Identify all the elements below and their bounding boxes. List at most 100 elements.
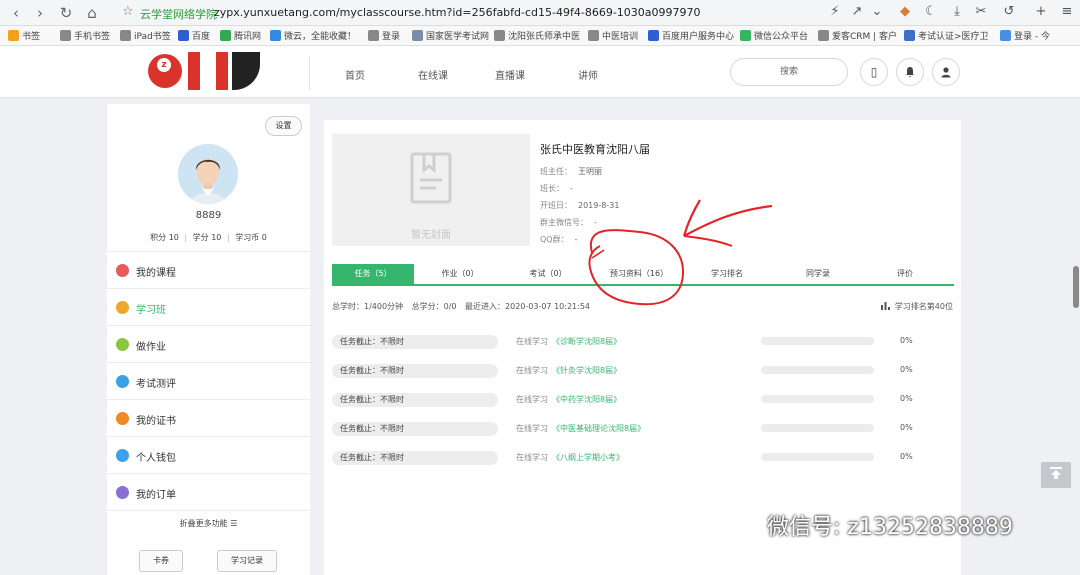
bookmark-item[interactable]: 微信公众平台	[740, 29, 808, 42]
info-value: -	[570, 184, 573, 193]
gamepad-icon[interactable]: ◆	[896, 4, 914, 19]
undo-icon[interactable]: ↺	[1000, 4, 1018, 19]
stat-credits-label: 学分	[192, 233, 209, 242]
refresh-icon[interactable]: ↻	[56, 3, 76, 23]
bookmark-item[interactable]: 百度用户服务中心	[648, 29, 734, 42]
moon-icon[interactable]: ☾	[922, 4, 940, 19]
menu-icon[interactable]: ≡	[1058, 4, 1076, 19]
more-functions-toggle[interactable]: 折叠更多功能 ☰	[107, 518, 310, 529]
nav-home[interactable]: 首页	[345, 67, 365, 82]
chevron-down-icon[interactable]: ⌄	[868, 4, 886, 19]
bookmark-label: 微云，全能收藏！	[284, 32, 357, 42]
mobile-icon[interactable]: ▯	[860, 58, 888, 86]
home-icon[interactable]: ⌂	[82, 3, 102, 23]
task-row: 任务截止：不限时 在线学习 《中药学沈阳8届》 0%	[332, 393, 954, 409]
task-course-link[interactable]: 《针灸学沈阳8届》	[552, 366, 621, 375]
task-progress-bar	[761, 453, 874, 461]
bookmark-item[interactable]: 沈阳张氏师承中医	[494, 29, 580, 42]
tab-homework[interactable]: 作业（0）	[420, 264, 500, 284]
stat-coins-value: 0	[261, 233, 267, 242]
study-rank[interactable]: 学习排名第40位	[881, 301, 953, 312]
sidebar: 设置 8889 积分 10 | 学分 10 | 学习币 0 我的课程 学习班 做作业…	[107, 104, 310, 575]
task-course-link[interactable]: 《八纲上学期小考》	[552, 453, 624, 462]
sidebar-item-certificates[interactable]: 我的证书	[107, 399, 310, 436]
tab-classmates[interactable]: 同学录	[778, 264, 858, 284]
wechat-watermark: 微信号: z13252838889	[721, 509, 1013, 541]
back-icon[interactable]: ‹	[6, 3, 26, 23]
sidebar-item-study-class[interactable]: 学习班	[107, 288, 310, 325]
sidebar-item-orders[interactable]: 我的订单	[107, 473, 310, 510]
bell-icon[interactable]	[896, 58, 924, 86]
sidebar-item-wallet[interactable]: 个人钱包	[107, 436, 310, 473]
class-detail-panel: 暂无封面 张氏中医教育沈阳八届 班主任： 王明丽 班长： - 开班日： 2019-8-31…	[324, 120, 961, 575]
stat-separator: |	[226, 233, 230, 242]
bookmark-label: 腾讯网	[234, 32, 262, 42]
task-course-link[interactable]: 《中药学沈阳8届》	[552, 395, 621, 404]
nav-lecturer[interactable]: 讲师	[578, 67, 598, 82]
scrollbar-thumb[interactable]	[1073, 266, 1079, 308]
back-to-top-button[interactable]	[1041, 462, 1071, 488]
info-label: 开班日：	[540, 201, 572, 210]
bookmark-item[interactable]: 微云，全能收藏！	[270, 29, 356, 42]
scissors-icon[interactable]: ✂	[972, 4, 990, 19]
settings-button[interactable]: 设置	[265, 116, 302, 136]
bookmark-star-icon[interactable]: ☆	[122, 4, 134, 19]
bookmark-item[interactable]: 中医培训	[588, 29, 638, 42]
tab-reviews[interactable]: 评价	[865, 264, 945, 284]
task-type: 在线学习 《中医基础理论沈阳8届》	[516, 423, 645, 434]
info-head-teacher: 班主任： 王明丽	[540, 166, 602, 177]
exams-icon	[116, 375, 129, 388]
logo-z-mark: z	[157, 58, 171, 72]
orders-icon	[116, 486, 129, 499]
task-type-label: 在线学习	[516, 337, 548, 346]
lightning-icon[interactable]: ⚡	[826, 4, 844, 19]
bookmark-item[interactable]: 百度	[178, 29, 210, 42]
bookmark-item[interactable]: 手机书签	[60, 29, 110, 42]
bookmark-item[interactable]: 国家医学考试网	[412, 29, 489, 42]
task-progress-percent: 0%	[900, 336, 913, 345]
tab-exams[interactable]: 考试（0）	[508, 264, 588, 284]
bookmarks-bar: 书签 手机书签 iPad书签 百度 腾讯网 微云，全能收藏！ 登录 国家医学考试网 沈阳张氏师承…	[0, 26, 1080, 46]
bookmark-item[interactable]: 考试认证>医疗卫	[904, 29, 989, 42]
share-icon[interactable]: ↗	[848, 4, 866, 19]
coupon-button[interactable]: 卡券	[139, 550, 183, 572]
sidebar-item-exams[interactable]: 考试测评	[107, 362, 310, 399]
user-icon[interactable]	[932, 58, 960, 86]
bookmark-item[interactable]: 登录 - 今	[1000, 29, 1050, 42]
stat-separator: |	[184, 233, 188, 242]
paw-icon	[648, 30, 659, 41]
sidebar-item-homework[interactable]: 做作业	[107, 325, 310, 362]
bookmark-item[interactable]: iPad书签	[120, 29, 171, 42]
study-class-icon	[116, 301, 129, 314]
info-label: 班主任：	[540, 167, 572, 176]
bookmark-item[interactable]: 登录	[368, 29, 400, 42]
sidebar-item-my-courses[interactable]: 我的课程	[107, 251, 310, 288]
task-progress-bar	[761, 395, 874, 403]
tab-ranking[interactable]: 学习排名	[687, 264, 767, 284]
task-course-link[interactable]: 《诊断学沈阳8届》	[552, 337, 621, 346]
nav-online-course[interactable]: 在线课	[418, 67, 448, 82]
nav-live-course[interactable]: 直播课	[495, 67, 525, 82]
download-icon[interactable]: ⤓	[948, 4, 966, 19]
tab-tasks[interactable]: 任务（5）	[332, 264, 414, 284]
class-cover: 暂无封面	[332, 134, 530, 246]
avatar[interactable]	[178, 144, 238, 204]
bookmark-item[interactable]: 爱客CRM | 客户	[818, 29, 897, 42]
logo-t-gap	[200, 52, 216, 90]
task-deadline-badge: 任务截止：不限时	[332, 335, 498, 349]
url-input[interactable]: zypx.yunxuetang.com/myclasscourse.htm?id…	[214, 6, 701, 19]
tab-preview-materials[interactable]: 预习资料（16）	[597, 264, 681, 284]
task-course-link[interactable]: 《中医基础理论沈阳8届》	[552, 424, 645, 433]
search-button[interactable]: 搜索	[730, 58, 848, 86]
bookmark-item[interactable]: 书签	[8, 29, 40, 42]
study-record-button[interactable]: 学习记录	[217, 550, 277, 572]
wechat-icon	[721, 512, 760, 537]
user-stats: 积分 10 | 学分 10 | 学习币 0	[107, 232, 310, 243]
plus-icon[interactable]: +	[1032, 4, 1050, 19]
homework-icon	[116, 338, 129, 351]
bookmark-label: 微信公众平台	[754, 32, 809, 42]
forward-icon[interactable]: ›	[30, 3, 50, 23]
wechat-icon	[740, 30, 751, 41]
bookmark-item[interactable]: 腾讯网	[220, 29, 261, 42]
bookmark-label: 登录	[382, 32, 401, 42]
